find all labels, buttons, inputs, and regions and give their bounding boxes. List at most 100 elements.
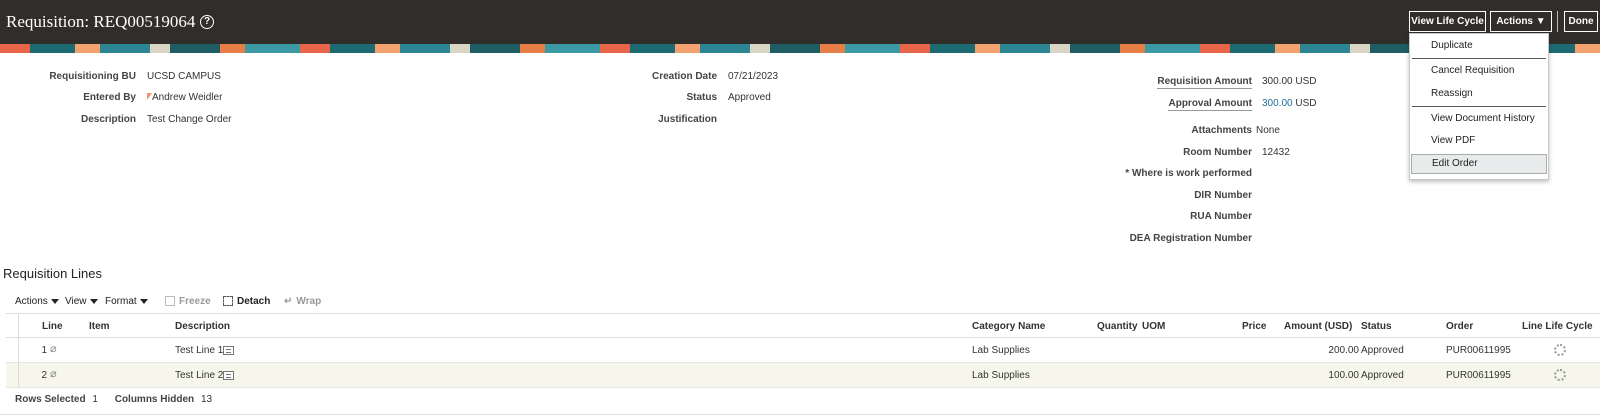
- table-footer: Rows Selected 1 Columns Hidden 13: [15, 394, 212, 405]
- menu-separator: [1412, 106, 1546, 107]
- column-header-item[interactable]: Item: [89, 321, 110, 332]
- line-order-link[interactable]: PUR00611995: [1446, 345, 1511, 356]
- paperclip-icon[interactable]: ⌀: [50, 369, 60, 380]
- chevron-down-icon: [139, 298, 148, 304]
- freeze-button[interactable]: Freeze: [165, 296, 211, 307]
- row-selector[interactable]: [6, 338, 19, 362]
- menu-item-reassign[interactable]: Reassign: [1410, 84, 1548, 104]
- table-header: Line Item Description Category Name Quan…: [6, 313, 1600, 338]
- done-button[interactable]: Done: [1564, 11, 1598, 32]
- table-format-label: Format: [105, 296, 137, 307]
- approval-amount-label-text: Approval Amount: [1168, 98, 1252, 111]
- table-row[interactable]: 2 ⌀ Test Line 2 Lab Supplies 100.00 Appr…: [6, 363, 1600, 388]
- detach-label: Detach: [237, 296, 271, 307]
- entered-by-label: Entered By: [83, 92, 136, 103]
- requisition-currency: USD: [1295, 76, 1317, 87]
- column-header-line-life-cycle[interactable]: Line Life Cycle: [1522, 321, 1593, 332]
- column-header-line[interactable]: Line: [42, 321, 63, 332]
- requisition-amount: 300.00: [1262, 76, 1293, 87]
- bottom-divider: [0, 414, 1600, 415]
- paperclip-icon[interactable]: ⌀: [50, 344, 60, 355]
- header-divider: [1557, 11, 1558, 32]
- status-value: Approved: [728, 92, 771, 103]
- note-icon[interactable]: [223, 346, 234, 355]
- menu-separator: [1412, 58, 1546, 59]
- line-category: Lab Supplies: [972, 345, 1030, 356]
- entered-by-value[interactable]: Andrew Weidler: [147, 92, 222, 103]
- menu-item-cancel-requisition[interactable]: Cancel Requisition: [1410, 61, 1548, 81]
- column-header-status[interactable]: Status: [1361, 321, 1392, 332]
- row-selector-column: [6, 314, 19, 337]
- detach-button[interactable]: Detach: [223, 296, 270, 307]
- detach-icon: [223, 296, 233, 307]
- line-description: Test Line 1: [175, 345, 224, 356]
- line-number: 2: [41, 370, 47, 381]
- table-view-label: View: [65, 296, 87, 307]
- line-description: Test Line 2: [175, 370, 224, 381]
- menu-item-duplicate[interactable]: Duplicate: [1410, 36, 1548, 56]
- line-status: Approved: [1361, 345, 1404, 356]
- column-header-category-name[interactable]: Category Name: [972, 321, 1045, 332]
- column-header-order[interactable]: Order: [1446, 321, 1473, 332]
- chevron-down-icon: [50, 298, 59, 304]
- menu-item-view-document-history[interactable]: View Document History: [1410, 109, 1548, 129]
- actions-button-label: Actions: [1496, 16, 1533, 27]
- menu-item-view-pdf[interactable]: View PDF: [1410, 131, 1548, 151]
- line-amount: 100.00: [1328, 370, 1359, 381]
- column-header-price[interactable]: Price: [1242, 321, 1266, 332]
- actions-button[interactable]: Actions ▼: [1490, 11, 1552, 32]
- table-actions-menu[interactable]: Actions: [15, 296, 59, 307]
- wrap-button[interactable]: ↵ Wrap: [284, 296, 321, 307]
- work-performed-label: * Where is work performed: [1125, 168, 1252, 179]
- column-header-quantity[interactable]: Quantity: [1097, 321, 1138, 332]
- line-number: 1: [41, 345, 47, 356]
- line-order-link[interactable]: PUR00611995: [1446, 370, 1511, 381]
- row-selector[interactable]: [6, 363, 19, 387]
- table-view-menu[interactable]: View: [65, 296, 98, 307]
- description-label: Description: [80, 114, 136, 125]
- line-status: Approved: [1361, 370, 1404, 381]
- requisition-amount-value: 300.00 USD: [1262, 76, 1317, 87]
- note-icon[interactable]: [223, 371, 234, 380]
- column-header-uom[interactable]: UOM: [1142, 321, 1165, 332]
- columns-hidden-label: Columns Hidden: [114, 394, 195, 405]
- actions-menu: Duplicate Cancel Requisition Reassign Vi…: [1409, 33, 1549, 180]
- attachments-value: None: [1256, 125, 1280, 136]
- column-header-amount[interactable]: Amount (USD): [1284, 321, 1352, 332]
- life-cycle-icon[interactable]: [1554, 344, 1566, 356]
- columns-hidden-value: 13: [200, 394, 213, 405]
- requisition-lines-title: Requisition Lines: [3, 266, 103, 281]
- life-cycle-icon[interactable]: [1554, 369, 1566, 381]
- table-format-menu[interactable]: Format: [105, 296, 148, 307]
- approval-currency: USD: [1295, 98, 1317, 109]
- table-actions-label: Actions: [15, 296, 48, 307]
- entered-by-name: Andrew Weidler: [152, 92, 223, 103]
- chevron-down-icon: ▼: [1535, 16, 1546, 27]
- approval-amount-value: 300.00 USD: [1262, 98, 1317, 109]
- freeze-icon: [165, 296, 175, 307]
- page-header: Requisition: REQ00519064 ? View Life Cyc…: [0, 0, 1600, 44]
- approval-amount-link[interactable]: 300.00: [1262, 98, 1293, 109]
- justification-label: Justification: [658, 114, 717, 125]
- rua-number-label: RUA Number: [1190, 211, 1252, 222]
- requisitioning-bu-value: UCSD CAMPUS: [147, 71, 221, 82]
- line-amount: 200.00: [1328, 345, 1359, 356]
- rows-selected-value: 1: [92, 394, 98, 405]
- description-value: Test Change Order: [147, 114, 232, 125]
- wrap-label: Wrap: [296, 296, 322, 307]
- menu-item-edit-order[interactable]: Edit Order: [1411, 154, 1547, 174]
- requisition-amount-label: Requisition Amount: [1100, 76, 1252, 89]
- column-header-description[interactable]: Description: [175, 321, 230, 332]
- help-icon[interactable]: ?: [200, 15, 214, 29]
- wrap-icon: ↵: [284, 296, 293, 307]
- creation-date-value: 07/21/2023: [728, 71, 779, 82]
- page-title: Requisition: REQ00519064: [6, 12, 196, 31]
- table-row[interactable]: 1 ⌀ Test Line 1 Lab Supplies 200.00 Appr…: [6, 338, 1600, 363]
- view-life-cycle-button[interactable]: View Life Cycle: [1409, 11, 1486, 32]
- requisition-amount-label-text: Requisition Amount: [1157, 76, 1252, 89]
- rows-selected-label: Rows Selected: [15, 394, 86, 405]
- room-number-value: 12432: [1262, 147, 1290, 158]
- approval-amount-label: Approval Amount: [1100, 98, 1252, 111]
- dea-registration-number-label: DEA Registration Number: [1129, 233, 1252, 244]
- attachments-label: Attachments: [1191, 125, 1252, 136]
